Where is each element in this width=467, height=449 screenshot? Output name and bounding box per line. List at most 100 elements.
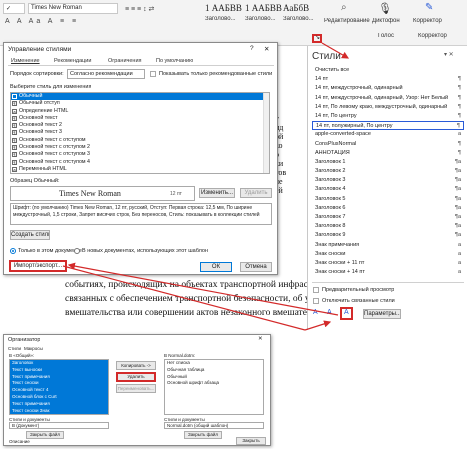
preview-checkbox[interactable] xyxy=(313,287,319,293)
style-sample-3[interactable]: АаБбВ xyxy=(283,3,309,13)
import-export-button[interactable]: Импорт/экспорт... xyxy=(9,260,67,272)
sort-label: Порядок сортировки: xyxy=(10,71,64,77)
list-item[interactable]: Заголовок 7 ¶a xyxy=(312,213,464,222)
choose-style-label: Выберите стиль для изменения xyxy=(10,84,92,90)
tab-restrict[interactable]: Ограничения xyxy=(108,57,142,66)
list-item[interactable]: 14 пт, По левому краю, междустрочный, од… xyxy=(312,103,464,112)
rename-button[interactable]: Переименовать... xyxy=(116,384,156,393)
edit-label[interactable]: Редактирование xyxy=(324,18,370,24)
list-item[interactable]: Нет списка xyxy=(165,360,263,367)
copy-button[interactable]: Копировать -> xyxy=(116,361,156,370)
styles-pane-list[interactable]: Очистить все 14 пт ¶ 14 пт, междустрочный… xyxy=(312,66,464,277)
font-size-field-left[interactable]: ✓ xyxy=(3,3,25,14)
list-item[interactable]: apple-converted-space a xyxy=(312,130,464,139)
list-item[interactable]: Заголовок 2 ¶a xyxy=(312,167,464,176)
list-item[interactable]: ¶ Основной текст с отступом xyxy=(11,137,269,144)
style-sample-2[interactable]: 1 ААБВВ xyxy=(245,3,282,13)
preview-checkbox-label: Предварительный просмотр xyxy=(322,287,395,293)
styles-launcher-button[interactable]: ↘ xyxy=(312,34,322,43)
modify-button[interactable]: Изменить... xyxy=(199,188,235,198)
format-buttons-row[interactable]: A A Aa A ≡ ≡ xyxy=(5,18,120,28)
list-item[interactable]: Знак сноски a xyxy=(312,250,464,259)
ok-button[interactable]: ОК xyxy=(200,262,232,272)
dictate-label[interactable]: Диктофон xyxy=(372,18,400,24)
list-item[interactable]: ¶ Основной текст с отступом 4 xyxy=(11,159,269,166)
description-label: Описание xyxy=(9,439,30,444)
cancel-button[interactable]: Отмена xyxy=(240,262,272,272)
new-style-icon[interactable]: A xyxy=(313,309,323,319)
sort-select[interactable]: Согласно рекомендации xyxy=(67,69,145,79)
list-item[interactable]: Текст выноски xyxy=(10,367,108,374)
style-sample-1[interactable]: 1 ААБВВ xyxy=(205,3,242,13)
tab-default[interactable]: По умолчанию xyxy=(156,57,193,66)
list-item[interactable]: Текст примечания xyxy=(10,374,108,381)
organizer-close-icon[interactable]: ✕ xyxy=(258,336,263,342)
create-style-button[interactable]: Создать стиль... xyxy=(10,230,50,240)
list-item[interactable]: Заголовок 1 ¶a xyxy=(312,158,464,167)
tab-edit[interactable]: Изменение xyxy=(11,57,40,66)
help-button[interactable]: ? xyxy=(250,45,254,52)
list-item[interactable]: Заголовок 6 ¶a xyxy=(312,204,464,213)
right-list-label: В Normal.dotm: xyxy=(164,353,196,358)
list-item[interactable]: Знак примечания a xyxy=(312,241,464,250)
linked-checkbox[interactable] xyxy=(313,298,319,304)
params-button[interactable]: Параметры... xyxy=(363,309,401,319)
list-item[interactable]: ¶ Основной текст с отступом 3 xyxy=(11,151,269,158)
only-this-doc-label: Только в этом документе xyxy=(18,248,82,254)
left-source-select[interactable]: В (Документ) xyxy=(9,422,109,429)
manage-styles-icon[interactable]: A xyxy=(340,307,353,320)
list-item[interactable]: Заголовок 8 ¶a xyxy=(312,222,464,231)
new-docs-radio[interactable] xyxy=(74,248,80,254)
close-file-right-button[interactable]: Закрыть файл xyxy=(184,431,222,439)
list-item[interactable]: 14 пт, междустрочный, одинарный, Узор: Н… xyxy=(312,94,464,103)
list-item[interactable]: Заголовок 3 ¶a xyxy=(312,176,464,185)
list-item[interactable]: Очистить все xyxy=(312,66,464,75)
list-item[interactable]: Основной блок с Сurt xyxy=(10,394,108,401)
right-source-select[interactable]: Normal.dotm (общий шаблон) xyxy=(164,422,264,429)
microphone-icon: 🎙 xyxy=(378,3,392,15)
doc-frag: ки xyxy=(275,159,284,168)
style-list[interactable]: Обычный ¶ Обычный отступ a Определение HTM… xyxy=(10,92,270,174)
list-item[interactable]: ConsPlusNormal ¶ xyxy=(312,140,464,149)
right-style-list[interactable]: Нет списка Обычная таблица Обычный Основ… xyxy=(164,359,264,415)
close-file-left-button[interactable]: Закрыть файл xyxy=(26,431,64,439)
list-item[interactable]: a Определение HTML xyxy=(11,108,269,115)
style-name-1: Заголово... xyxy=(205,16,236,22)
list-item[interactable]: a Переменный HTML xyxy=(11,166,269,173)
list-item[interactable]: Знак сноски + 11 пт a xyxy=(312,259,464,268)
list-item[interactable]: Заголовок 4 ¶a xyxy=(312,185,464,194)
tab-recommend[interactable]: Рекомендации xyxy=(54,57,91,66)
list-scrollbar[interactable] xyxy=(263,93,269,173)
doc-frag: у xyxy=(275,114,303,123)
list-item[interactable]: 14 пт, междустрочный, одинарный ¶ xyxy=(312,84,464,93)
organizer-close-button[interactable]: Закрыть xyxy=(236,437,266,445)
paragraph-buttons[interactable]: ≡ ≡ ≡ ↕ ⇄ xyxy=(125,5,205,25)
font-name-field[interactable]: Times New Roman xyxy=(28,3,118,14)
list-item[interactable]: АННОТАЦИЯ ¶ xyxy=(312,149,464,158)
list-item[interactable]: Знак сноски + 14 пт a xyxy=(312,268,464,277)
list-item[interactable]: Обычная таблица xyxy=(165,367,263,374)
list-item[interactable]: ¶ Обычный отступ xyxy=(11,100,269,107)
list-item-selected[interactable]: 14 пт, полужирный, По центру ¶ xyxy=(312,121,464,131)
pane-options-icon[interactable]: ▾ ✕ xyxy=(444,51,454,58)
tab-styles[interactable]: Стили xyxy=(8,346,21,351)
delete-style-button[interactable]: Удалить xyxy=(240,188,272,198)
style-inspector-icon[interactable]: A xyxy=(327,309,337,319)
list-item[interactable]: ¶ Основной текст 3 xyxy=(11,129,269,136)
list-item[interactable]: Основной текст 4 xyxy=(10,387,108,394)
list-item[interactable]: 14 пт, По центру ¶ xyxy=(312,112,464,121)
list-item[interactable]: Текст примечания xyxy=(10,401,108,408)
list-item[interactable]: Текст сноски Знак xyxy=(10,408,108,414)
left-style-list[interactable]: Заголовок Текст выноски Текст примечания… xyxy=(9,359,109,415)
list-item[interactable]: Заголовок 5 ¶a xyxy=(312,195,464,204)
list-item[interactable]: Заголовок 9 ¶a xyxy=(312,231,464,240)
organizer-delete-button[interactable]: Удалить xyxy=(116,372,156,382)
tab-macros[interactable]: Макросы xyxy=(24,346,43,351)
close-icon[interactable]: ✕ xyxy=(264,45,269,53)
list-item[interactable]: Заголовок xyxy=(10,360,108,367)
list-item[interactable]: Основной шрифт абзаца xyxy=(165,380,263,387)
list-item[interactable]: 14 пт ¶ xyxy=(312,75,464,84)
corrector-label[interactable]: Корректор xyxy=(413,18,442,24)
only-this-doc-radio[interactable] xyxy=(10,248,16,254)
show-recommended-checkbox[interactable] xyxy=(150,71,156,77)
